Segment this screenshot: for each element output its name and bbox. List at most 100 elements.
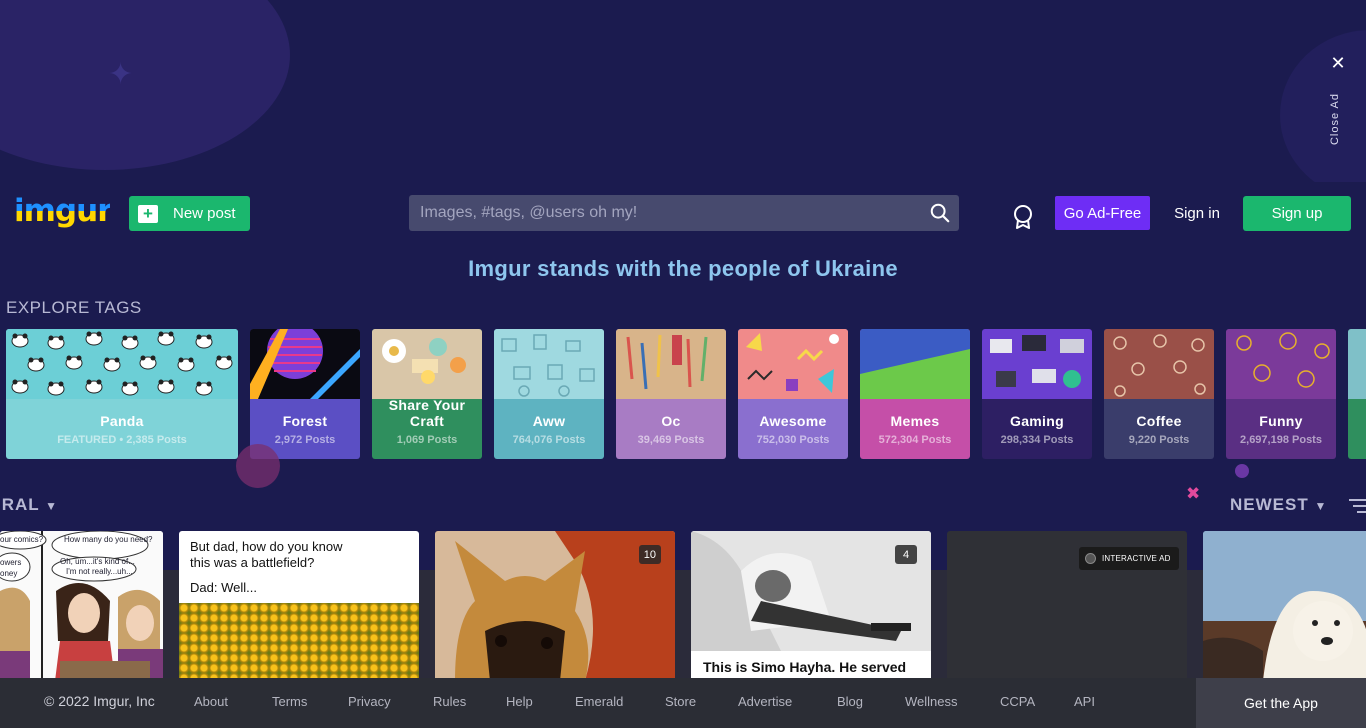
footer-link-terms[interactable]: Terms [272, 694, 307, 709]
tag-post-count: 39,469 Posts [637, 433, 705, 446]
tag-post-count: FEATURED • 2,385 Posts [57, 433, 187, 446]
footer-link-store[interactable]: Store [665, 694, 696, 709]
footer-copyright: © 2022 Imgur, Inc [44, 693, 155, 709]
footer-link-advertise[interactable]: Advertise [738, 694, 792, 709]
footer-link-help[interactable]: Help [506, 694, 533, 709]
get-the-app-button[interactable]: Get the App [1196, 678, 1366, 728]
sort-dropdown[interactable]: NEWEST ▼ [1230, 495, 1327, 515]
comic-text: oney [0, 569, 18, 578]
tag-name: Panda [100, 412, 144, 429]
tag-image [860, 329, 970, 399]
tag-image [250, 329, 360, 399]
tag-post-count: 9,220 Posts [1128, 433, 1190, 446]
close-ad-label[interactable]: Close Ad [1329, 59, 1343, 179]
comic-text: our comics? [0, 535, 44, 544]
search-bar [409, 195, 959, 231]
ad-indicator-icon [1085, 553, 1096, 564]
tag-image [982, 329, 1092, 399]
tag-post-count: 2,697,198 Posts [1240, 433, 1322, 446]
chevron-down-icon: ▼ [1314, 499, 1328, 513]
search-icon[interactable] [929, 202, 951, 224]
new-post-label: New post [173, 205, 236, 222]
new-post-button[interactable]: + New post [129, 196, 250, 231]
comic-text: I'm not really...uh... [66, 567, 133, 576]
post-caption: Dad: Well... [190, 580, 257, 595]
footer: © 2022 Imgur, Inc About Terms Privacy Ru… [0, 678, 1366, 728]
tag-name: Awesome [759, 412, 827, 429]
post-image [1203, 531, 1366, 681]
footer-link-wellness[interactable]: Wellness [905, 694, 958, 709]
footer-link-blog[interactable]: Blog [837, 694, 863, 709]
ad-bg-shape [0, 0, 290, 170]
post-caption: this was a battlefield? [190, 555, 315, 570]
post-card[interactable]: our comics? How many do you need? Oh, um… [0, 531, 163, 681]
post-image [0, 531, 163, 681]
tag-name: Share Your Craft [388, 397, 466, 429]
ukraine-banner[interactable]: Imgur stands with the people of Ukraine [0, 256, 1366, 282]
award-icon[interactable] [1012, 204, 1034, 230]
sign-up-button[interactable]: Sign up [1243, 196, 1351, 231]
tag-card-aww[interactable]: Aww 764,076 Posts [494, 329, 604, 459]
explore-tags-title: EXPLORE TAGS [6, 298, 142, 317]
tag-image [1226, 329, 1336, 399]
comic-text: Oh, um...it's kind of... [60, 557, 135, 566]
plus-icon: + [138, 204, 158, 223]
sign-in-link[interactable]: Sign in [1166, 196, 1228, 230]
sparkle-icon: ✦ [108, 58, 134, 91]
tag-image [738, 329, 848, 399]
tag-image [616, 329, 726, 399]
post-caption: This is Simo Hayha. He served [703, 659, 907, 675]
tag-post-count: 752,030 Posts [756, 433, 830, 446]
header: imgur imgur + New post Go Ad-Free Sign i… [0, 190, 1366, 236]
filter-icon[interactable] [1347, 497, 1366, 515]
tag-card-share-your-craft[interactable]: Share Your Craft 1,069 Posts [372, 329, 482, 459]
post-card[interactable]: But dad, how do you know this was a batt… [179, 531, 419, 681]
ad-banner: ✦ [0, 0, 1366, 182]
post-card[interactable]: 10 [435, 531, 675, 681]
ad-card[interactable]: INTERACTIVE AD [947, 531, 1187, 681]
footer-link-rules[interactable]: Rules [433, 694, 466, 709]
post-card[interactable]: This is Simo Hayha. He served 4 [691, 531, 931, 681]
post-caption: But dad, how do you know [190, 539, 343, 554]
tag-image [494, 329, 604, 399]
decorative-x-icon: ✖ [1186, 484, 1201, 503]
tag-name: Coffee [1136, 412, 1182, 429]
footer-link-ccpa[interactable]: CCPA [1000, 694, 1035, 709]
go-ad-free-button[interactable]: Go Ad-Free [1055, 196, 1150, 230]
footer-link-api[interactable]: API [1074, 694, 1095, 709]
tag-card-coffee[interactable]: Coffee 9,220 Posts [1104, 329, 1214, 459]
tag-name: Memes [890, 412, 940, 429]
post-image [179, 603, 419, 681]
tag-card-oc[interactable]: Oc 39,469 Posts [616, 329, 726, 459]
tag-post-count: 2,972 Posts [274, 433, 336, 446]
tag-card-memes[interactable]: Memes 572,304 Posts [860, 329, 970, 459]
tag-name: Forest [282, 412, 328, 429]
tag-image [1104, 329, 1214, 399]
tag-card-funny[interactable]: Funny 2,697,198 Posts [1226, 329, 1336, 459]
imgur-logo[interactable]: imgur imgur [14, 194, 110, 230]
tag-post-count: 764,076 Posts [512, 433, 586, 446]
tag-name: Funny [1259, 412, 1303, 429]
tag-card-gaming[interactable]: Gaming 298,334 Posts [982, 329, 1092, 459]
tag-post-count: 298,334 Posts [1000, 433, 1074, 446]
viral-section-dropdown[interactable]: IRAL ▼ [0, 495, 58, 515]
post-card[interactable] [1203, 531, 1366, 681]
footer-link-emerald[interactable]: Emerald [575, 694, 623, 709]
tag-name: Oc [661, 412, 681, 429]
search-input[interactable] [409, 195, 919, 231]
footer-link-privacy[interactable]: Privacy [348, 694, 391, 709]
tag-post-count: 1,069 Posts [396, 434, 458, 446]
ad-bg-shape [1280, 30, 1366, 182]
tag-card-awesome[interactable]: Awesome 752,030 Posts [738, 329, 848, 459]
chevron-down-icon: ▼ [45, 499, 58, 513]
footer-link-about[interactable]: About [194, 694, 228, 709]
image-count-badge: 4 [895, 545, 917, 564]
comic-text: How many do you need? [64, 535, 153, 544]
tag-image [6, 329, 238, 399]
tag-card-forest[interactable]: Forest 2,972 Posts [250, 329, 360, 459]
tag-card-panda[interactable]: Panda FEATURED • 2,385 Posts [6, 329, 238, 459]
comic-text: owers [0, 558, 22, 567]
image-count-badge: 10 [638, 545, 661, 564]
tag-name: Gaming [1010, 412, 1064, 429]
tag-card-partial[interactable] [1348, 329, 1366, 459]
